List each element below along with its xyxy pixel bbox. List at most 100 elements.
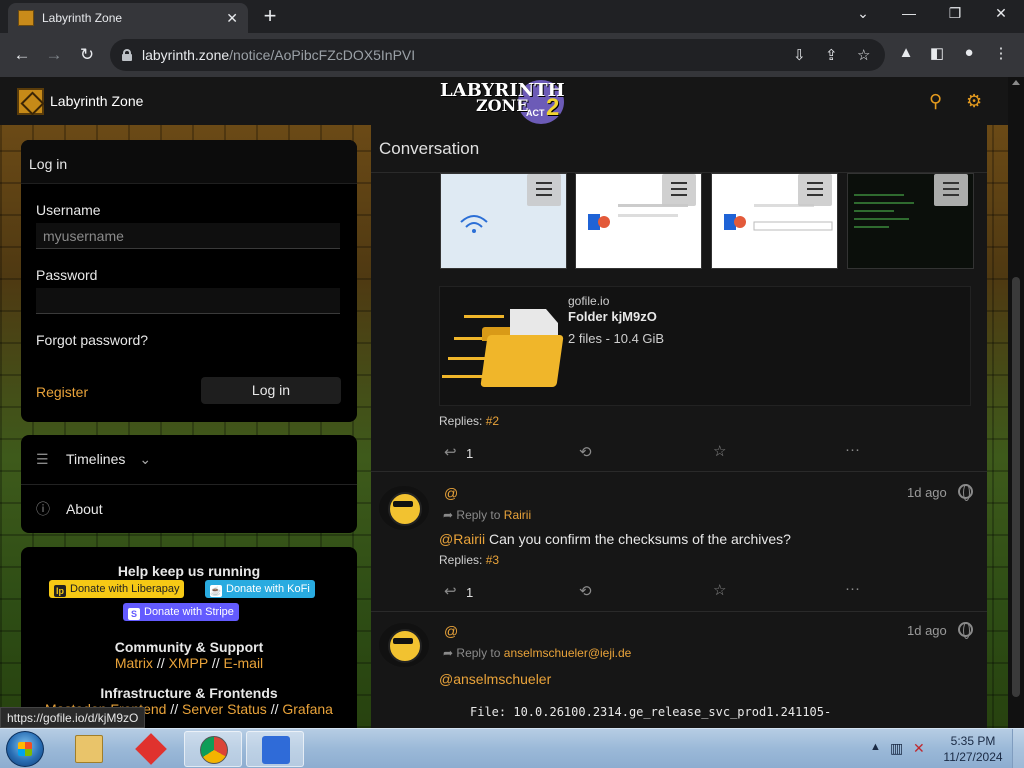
favorite-star-icon[interactable]: ☆ <box>713 581 726 599</box>
reply-count: 1 <box>466 446 474 461</box>
attachment-thumbnail[interactable] <box>847 173 974 269</box>
reply-count: 1 <box>466 585 474 600</box>
mention-link[interactable]: @Rairii <box>439 531 485 547</box>
back-icon[interactable]: ← <box>11 44 33 66</box>
profile-icon[interactable]: ● <box>959 44 979 61</box>
nav-item-about[interactable]: ⓘ About <box>21 485 357 533</box>
menu-icon[interactable] <box>934 174 968 206</box>
login-button[interactable]: Log in <box>201 377 341 404</box>
liberapay-icon: lp <box>54 585 66 597</box>
xmpp-link[interactable]: XMPP <box>169 655 208 671</box>
notice-text: @Rairii Can you confirm the checksums of… <box>439 531 791 547</box>
taskbar-app-explorer[interactable] <box>60 731 118 767</box>
donate-liberapay-label: Donate with Liberapay <box>70 583 180 595</box>
side-panel-icon[interactable]: ◧ <box>927 44 947 62</box>
chevron-down-icon[interactable]: ⌄ <box>139 451 151 468</box>
menu-icon[interactable] <box>798 174 832 206</box>
start-button[interactable] <box>6 731 44 767</box>
retweet-icon[interactable]: ⟲ <box>579 582 592 600</box>
forgot-password-link[interactable]: Forgot password? <box>36 332 148 348</box>
menu-icon[interactable] <box>662 174 696 206</box>
reply-icon[interactable]: ↩ <box>444 443 457 461</box>
author-handle[interactable]: @ <box>444 485 458 501</box>
close-tab-icon[interactable]: ✕ <box>226 10 238 27</box>
forward-icon[interactable]: → <box>43 44 65 66</box>
globe-icon <box>958 622 973 639</box>
notice-text: @anselmschueler <box>439 671 551 687</box>
notice-time[interactable]: 1d ago <box>907 485 947 500</box>
gear-icon[interactable]: ⚙ <box>966 91 982 112</box>
clock-time: 5:35 PM <box>950 734 996 748</box>
folder-icon <box>75 735 103 763</box>
extensions-icon[interactable]: ▲ <box>896 44 916 61</box>
windows-taskbar: ▲ ▥ ✕ 5:35 PM 11/27/2024 <box>0 728 1024 768</box>
page-scrollbar[interactable] <box>1008 77 1024 728</box>
bookmark-star-icon[interactable]: ☆ <box>857 46 870 64</box>
tray-arrow-icon[interactable]: ▲ <box>870 741 881 753</box>
taskbar-app-other[interactable] <box>246 731 304 767</box>
nav-item-timelines[interactable]: ☰ Timelines ⌄ <box>21 435 357 483</box>
menu-kebab-icon[interactable]: ⋮ <box>991 44 1011 62</box>
status-bar-url: https://gofile.io/d/kjM9zO <box>0 707 146 728</box>
tab-search-icon[interactable]: ⌄ <box>848 5 878 22</box>
attachment-thumbnail[interactable] <box>711 173 838 269</box>
retweet-icon[interactable]: ⟲ <box>579 443 592 461</box>
email-link[interactable]: E-mail <box>224 655 264 671</box>
browser-tab[interactable]: Labyrinth Zone ✕ <box>8 3 248 33</box>
volume-muted-icon[interactable]: ✕ <box>913 740 925 757</box>
show-desktop-button[interactable] <box>1012 729 1024 768</box>
taskbar-app-media[interactable] <box>122 731 180 767</box>
taskbar-app-chrome[interactable] <box>184 731 242 767</box>
reply-to-label: Reply to <box>456 508 501 522</box>
site-banner[interactable]: LABYRINTH ZONE ACT 2 <box>440 78 570 124</box>
more-options-icon[interactable]: ··· <box>845 441 860 458</box>
server-status-link[interactable]: Server Status <box>182 701 267 717</box>
restore-button[interactable]: ❐ <box>940 5 970 22</box>
scrollbar-thumb[interactable] <box>1012 277 1020 697</box>
attachment-thumbnail[interactable] <box>575 173 702 269</box>
tab-title: Labyrinth Zone <box>42 11 123 25</box>
reply-arrow-icon: ➦ <box>443 646 454 660</box>
donate-kofi-button[interactable]: ☕ Donate with KoFi <box>205 580 315 598</box>
favorite-star-icon[interactable]: ☆ <box>713 442 726 460</box>
donate-stripe-button[interactable]: S Donate with Stripe <box>123 603 239 621</box>
minimize-button[interactable]: — <box>894 5 924 21</box>
reload-icon[interactable]: ↻ <box>76 44 98 66</box>
attachment-thumbnail[interactable] <box>440 173 567 269</box>
mention-link[interactable]: @anselmschueler <box>439 671 551 687</box>
avatar[interactable] <box>379 486 429 530</box>
avatar[interactable] <box>379 623 429 667</box>
share-icon[interactable]: ⇪ <box>825 46 838 64</box>
reply-link[interactable]: #3 <box>486 553 499 567</box>
author-handle[interactable]: @ <box>444 623 458 639</box>
address-bar[interactable]: labyrinth.zone /notice/AoPibcFZcDOX5InPV… <box>110 39 885 71</box>
stripe-icon: S <box>128 608 140 620</box>
search-icon[interactable]: ⚲ <box>929 91 942 112</box>
system-clock[interactable]: 5:35 PM 11/27/2024 <box>938 733 1008 765</box>
network-icon[interactable]: ▥ <box>890 740 903 757</box>
password-label: Password <box>36 267 98 283</box>
donate-liberapay-button[interactable]: lp Donate with Liberapay <box>49 580 185 598</box>
link-preview-card[interactable]: gofile.io Folder kjM9zO 2 files - 10.4 G… <box>439 286 971 406</box>
close-window-button[interactable]: ✕ <box>986 5 1016 22</box>
reply-icon[interactable]: ↩ <box>444 582 457 600</box>
reply-to-user[interactable]: Rairii <box>504 508 531 522</box>
site-name[interactable]: Labyrinth Zone <box>50 93 143 109</box>
username-input[interactable]: myusername <box>36 223 340 249</box>
new-tab-button[interactable]: + <box>258 5 282 29</box>
notice-time[interactable]: 1d ago <box>907 623 947 638</box>
reply-link[interactable]: #2 <box>486 414 499 428</box>
notice-preformatted: File: 10.0.26100.2314.ge_release_svc_pro… <box>470 705 832 719</box>
menu-icon[interactable] <box>527 174 561 206</box>
matrix-link[interactable]: Matrix <box>115 655 153 671</box>
site-logo-icon[interactable] <box>17 88 44 115</box>
more-options-icon[interactable]: ··· <box>845 580 860 597</box>
register-link[interactable]: Register <box>36 384 88 400</box>
username-label: Username <box>36 202 101 218</box>
lock-icon[interactable] <box>122 49 132 61</box>
install-app-icon[interactable]: ⇩ <box>793 46 806 64</box>
password-input[interactable] <box>36 288 340 314</box>
reply-to-user[interactable]: anselmschueler@ieji.de <box>504 646 632 660</box>
grafana-link[interactable]: Grafana <box>282 701 333 717</box>
scroll-up-arrow-icon[interactable] <box>1012 80 1020 85</box>
